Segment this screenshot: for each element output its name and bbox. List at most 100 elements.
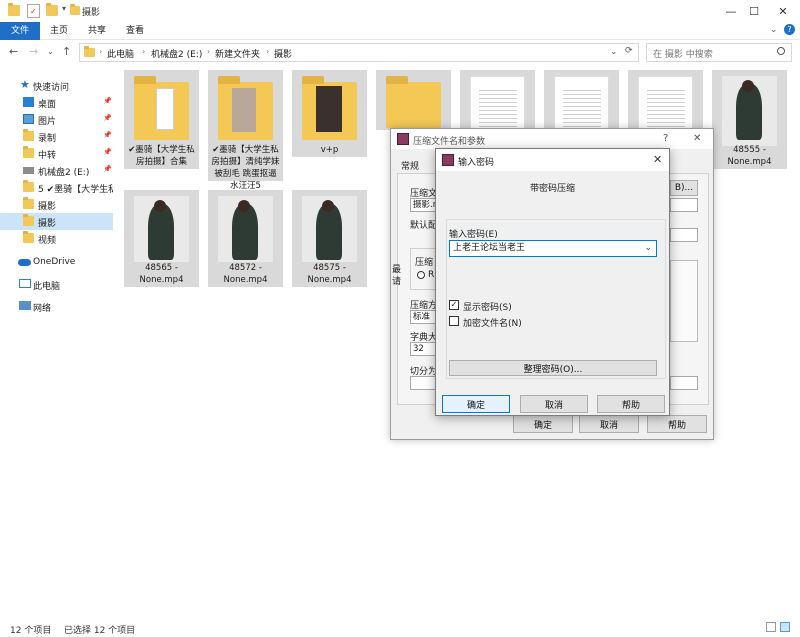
forward-button[interactable]: → (29, 45, 38, 58)
pin-icon[interactable]: 📌 (103, 114, 112, 122)
file-item[interactable]: 48565 - None.mp4 (124, 190, 199, 287)
sidebar-item-onedrive[interactable]: OneDrive (0, 254, 113, 271)
sidebar-quick-access[interactable]: ★ 快速访问 (0, 77, 113, 94)
side-text: 请 (392, 277, 402, 287)
large-icons-view-icon[interactable] (780, 622, 790, 632)
search-icon[interactable] (777, 47, 785, 55)
recent-locations-button[interactable]: ⌄ (47, 47, 54, 56)
split-volumes-dropdown[interactable] (670, 376, 698, 390)
file-item[interactable] (376, 70, 451, 130)
tab-home[interactable]: 主页 (42, 22, 76, 40)
close-button[interactable]: ✕ (760, 0, 800, 22)
pin-icon[interactable]: 📌 (103, 148, 112, 156)
organize-passwords-button[interactable]: 整理密码(O)... (449, 360, 657, 376)
dialog-close-button[interactable]: ✕ (693, 133, 701, 144)
archive-ok-button[interactable]: 确定 (513, 415, 573, 433)
pin-icon[interactable]: 📌 (103, 97, 112, 105)
password-ok-button[interactable]: 确定 (442, 395, 510, 413)
tab-view[interactable]: 查看 (118, 22, 152, 40)
address-dropdown-button[interactable]: ⌄ (610, 47, 618, 57)
back-button[interactable]: ← (9, 45, 18, 58)
refresh-button[interactable]: ⟳ (625, 46, 633, 56)
archive-cancel-button[interactable]: 取消 (579, 415, 639, 433)
sidebar-item-label: 快速访问 (33, 83, 70, 93)
document-icon (554, 76, 609, 132)
pin-icon[interactable]: 📌 (103, 131, 112, 139)
address-bar[interactable]: › 此电脑 › 机械盘2 (E:) › 新建文件夹 › 摄影 ⌄ ⟳ (79, 43, 639, 62)
file-item[interactable]: 48555 - None.mp4 (712, 70, 787, 169)
options-list[interactable] (670, 260, 698, 342)
sidebar-item-desktop[interactable]: 桌面 📌 (0, 94, 113, 111)
sidebar-item-pictures[interactable]: 图片 📌 (0, 111, 113, 128)
format-option-label: R (428, 270, 435, 280)
folder-icon (84, 46, 95, 57)
pin-icon[interactable]: 📌 (103, 165, 112, 173)
up-button[interactable]: ↑ (62, 45, 71, 58)
sidebar-item-photography-selected[interactable]: 摄影 (0, 213, 113, 230)
file-name: 48575 - None.mp4 (307, 263, 352, 285)
sidebar-item-video[interactable]: 视频 (0, 230, 113, 247)
format-radio[interactable] (417, 271, 425, 279)
sidebar-item-thispc[interactable]: 此电脑 (0, 276, 113, 293)
sidebar-item-network[interactable]: 网络 (0, 298, 113, 315)
crumb-current[interactable]: 摄影 (274, 47, 292, 60)
sidebar-item-photography[interactable]: 摄影 (0, 196, 113, 213)
folder-icon (23, 180, 34, 192)
profile-dropdown[interactable] (670, 228, 698, 242)
sidebar-item-drive-e[interactable]: 机械盘2 (E:) 📌 (0, 162, 113, 179)
dialog-title: 输入密码 (458, 158, 495, 168)
tab-general[interactable]: 常规 (401, 159, 419, 172)
details-view-icon[interactable] (766, 622, 776, 632)
file-item[interactable]: 48575 - None.mp4 (292, 190, 367, 287)
properties-icon[interactable]: ✓ (27, 4, 40, 18)
crumb-new-folder[interactable]: 新建文件夹 (215, 47, 260, 60)
expand-ribbon-icon[interactable]: ⌄ (770, 25, 778, 35)
dialog-close-button[interactable]: ✕ (653, 153, 662, 166)
item-count: 12 个项目 (10, 626, 52, 636)
search-box[interactable]: 在 摄影 中搜索 (646, 43, 792, 62)
customize-toolbar-icon[interactable]: ▾ (62, 4, 66, 13)
tab-share[interactable]: 共享 (80, 22, 114, 40)
tab-file[interactable]: 文件 (0, 22, 40, 40)
default-profile-label: 默认配 (410, 221, 438, 231)
sidebar-item-label: 视频 (38, 236, 57, 246)
file-item[interactable] (628, 70, 703, 132)
sidebar-item-transfer[interactable]: 中转 📌 (0, 145, 113, 162)
sidebar-item-label: 网络 (33, 304, 52, 314)
archive-help-button[interactable]: 帮助 (647, 415, 707, 433)
password-help-button[interactable]: 帮助 (597, 395, 665, 413)
browse-button[interactable]: B)... (670, 180, 698, 196)
folder-icon (302, 76, 357, 140)
encrypt-filenames-checkbox[interactable] (449, 316, 459, 326)
chevron-down-icon[interactable]: ⌄ (644, 241, 652, 256)
password-input[interactable]: 上老王论坛当老王 ⌄ (449, 240, 657, 257)
folder-icon (23, 231, 34, 243)
crumb-thispc[interactable]: 此电脑 (107, 47, 134, 60)
desktop-icon (23, 97, 34, 107)
file-item[interactable]: ✔墨骑【大学生私房拍摄】清纯学妹被刮毛 跳蛋抠逼水汪汪5 (208, 70, 283, 191)
show-password-checkbox[interactable]: ✓ (449, 300, 459, 310)
archive-name-dropdown[interactable] (670, 198, 698, 212)
document-icon (470, 76, 525, 132)
sidebar-item-recording[interactable]: 录制 📌 (0, 128, 113, 145)
crumb-separator: › (266, 47, 270, 56)
file-item[interactable] (544, 70, 619, 132)
crumb-separator: › (99, 47, 103, 56)
password-cancel-button[interactable]: 取消 (520, 395, 588, 413)
folder-icon (23, 129, 34, 141)
file-item[interactable]: v+p (292, 70, 367, 157)
file-item[interactable]: 48572 - None.mp4 (208, 190, 283, 287)
new-folder-icon[interactable] (46, 3, 58, 16)
folder-icon (134, 76, 189, 140)
file-item[interactable]: ✔墨骑【大学生私房拍摄】合集 (124, 70, 199, 169)
crumb-drive[interactable]: 机械盘2 (E:) (151, 47, 202, 60)
help-icon[interactable]: ? (784, 24, 795, 35)
dialog-help-button[interactable]: ? (663, 133, 668, 144)
search-input[interactable]: 在 摄影 中搜索 (653, 47, 713, 60)
file-item[interactable] (460, 70, 535, 132)
folder-icon (23, 146, 34, 158)
video-thumbnail (218, 196, 273, 262)
folder-icon (23, 214, 34, 226)
computer-icon (19, 279, 31, 288)
sidebar-item-folder-5[interactable]: 5 ✔墨骑【大学生私 (0, 179, 113, 196)
